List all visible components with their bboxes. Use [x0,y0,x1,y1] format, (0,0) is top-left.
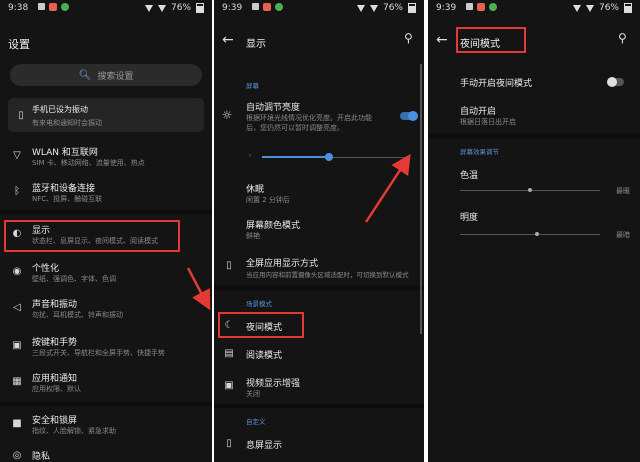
arrow-to-next-screen [364,153,411,223]
arrow-to-night-mode [186,267,211,311]
annotation-arrows [186,153,411,311]
